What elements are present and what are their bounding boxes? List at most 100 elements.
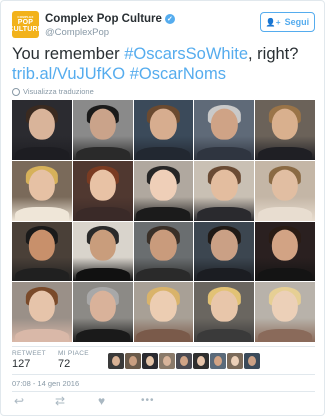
follow-button-label: Segui: [284, 17, 310, 27]
photo-tile[interactable]: [255, 221, 315, 282]
avatar[interactable]: COMPLEX POP CULTURE: [8, 11, 42, 38]
photo-tile[interactable]: [12, 282, 72, 342]
photo-tile[interactable]: [194, 100, 255, 160]
retweet-icon[interactable]: ⇄: [55, 394, 65, 408]
account-name-text[interactable]: Complex Pop Culture: [45, 13, 162, 25]
globe-icon: [12, 87, 20, 96]
liker-avatar[interactable]: [244, 353, 260, 369]
photo-body-shape: [75, 146, 130, 160]
hashtag-link[interactable]: #OscarNoms: [130, 65, 226, 83]
photo-body-shape: [197, 146, 252, 160]
liker-avatar[interactable]: [159, 353, 175, 369]
photo-tile[interactable]: [12, 100, 72, 160]
tweet-timestamp[interactable]: 07:08 - 14 gen 2016: [12, 379, 79, 388]
photo-tile[interactable]: [255, 100, 315, 160]
photo-body-shape: [75, 207, 130, 221]
reply-icon[interactable]: ↩: [14, 394, 24, 408]
photo-tile[interactable]: [133, 221, 194, 282]
liker-avatar[interactable]: [142, 353, 158, 369]
avatar-text-line2: POP: [17, 19, 34, 26]
retweet-count[interactable]: 127: [12, 358, 30, 370]
liker-avatar[interactable]: [193, 353, 209, 369]
liker-avatar[interactable]: [227, 353, 243, 369]
photo-body-shape: [136, 207, 191, 221]
photo-body-shape: [136, 268, 191, 282]
translate-label: Visualizza traduzione: [23, 87, 94, 96]
photo-face-shape: [89, 230, 116, 262]
add-user-icon: 👤+: [265, 17, 281, 27]
verified-badge-icon: ✓: [164, 14, 175, 24]
liker-avatar[interactable]: [125, 353, 141, 369]
photo-face-shape: [150, 290, 177, 322]
liker-face-shape: [231, 356, 239, 366]
photo-face-shape: [28, 169, 56, 201]
photo-tile[interactable]: [133, 160, 194, 221]
photo-face-shape: [211, 230, 238, 262]
liker-avatar[interactable]: [108, 353, 124, 369]
liker-face-shape: [214, 356, 222, 366]
photo-body-shape: [136, 146, 191, 160]
photo-tile[interactable]: [133, 100, 194, 160]
url-link[interactable]: trib.al/VuJUfKO: [12, 65, 125, 83]
photo-face-shape: [211, 169, 238, 201]
photo-body-shape: [75, 328, 130, 342]
photo-body-shape: [14, 328, 69, 342]
account-name[interactable]: Complex Pop Culture ✓: [45, 13, 175, 25]
photo-face-shape: [89, 169, 116, 201]
divider: [12, 346, 315, 347]
likes-stat-label[interactable]: MI PIACE: [58, 350, 89, 357]
photo-tile[interactable]: [194, 160, 255, 221]
photo-tile[interactable]: [194, 282, 255, 342]
liker-avatar[interactable]: [176, 353, 192, 369]
likes-count[interactable]: 72: [58, 358, 70, 370]
account-handle[interactable]: @ComplexPop: [45, 27, 109, 38]
photo-tile[interactable]: [72, 221, 133, 282]
photo-face-shape: [28, 290, 56, 322]
photo-tile[interactable]: [12, 160, 72, 221]
liker-face-shape: [248, 356, 256, 366]
tweet-actions: ↩ ⇄ ♥ •••: [1, 392, 325, 412]
photo-body-shape: [258, 328, 312, 342]
tweet-text: You remember #OscarsSoWhite, right? trib.…: [12, 44, 318, 84]
liker-avatar[interactable]: [210, 353, 226, 369]
hashtag-link[interactable]: #OscarsSoWhite: [124, 45, 248, 63]
photo-body-shape: [258, 268, 312, 282]
photo-tile[interactable]: [133, 282, 194, 342]
photo-face-shape: [28, 108, 56, 140]
photo-body-shape: [14, 207, 69, 221]
photo-face-shape: [271, 230, 299, 262]
liker-face-shape: [129, 356, 137, 366]
liker-face-shape: [180, 356, 188, 366]
tweet-card: COMPLEX POP CULTURE Complex Pop Culture …: [0, 0, 325, 416]
photo-tile[interactable]: [72, 282, 133, 342]
photo-tile[interactable]: [255, 160, 315, 221]
retweet-stat-label[interactable]: RETWEET: [12, 350, 46, 357]
photo-face-shape: [211, 290, 238, 322]
photo-face-shape: [150, 169, 177, 201]
photo-body-shape: [14, 268, 69, 282]
photo-face-shape: [89, 290, 116, 322]
photo-tile[interactable]: [12, 221, 72, 282]
photo-body-shape: [197, 207, 252, 221]
tweet-photo-grid[interactable]: [12, 100, 315, 342]
photo-face-shape: [28, 230, 56, 262]
photo-body-shape: [197, 328, 252, 342]
liker-avatars: [108, 353, 260, 369]
photo-face-shape: [271, 108, 299, 140]
follow-button[interactable]: 👤+ Segui: [260, 12, 315, 32]
photo-tile[interactable]: [194, 221, 255, 282]
more-icon[interactable]: •••: [141, 394, 155, 408]
photo-body-shape: [136, 328, 191, 342]
photo-body-shape: [258, 146, 312, 160]
photo-face-shape: [150, 108, 177, 140]
tweet-text-prefix: You remember: [12, 45, 125, 63]
liker-face-shape: [146, 356, 154, 366]
photo-tile[interactable]: [72, 160, 133, 221]
photo-tile[interactable]: [72, 100, 133, 160]
photo-tile[interactable]: [255, 282, 315, 342]
heart-icon[interactable]: ♥: [98, 394, 105, 408]
photo-face-shape: [150, 230, 177, 262]
photo-face-shape: [89, 108, 116, 140]
photo-body-shape: [75, 268, 130, 282]
translate-link[interactable]: Visualizza traduzione: [12, 87, 94, 96]
